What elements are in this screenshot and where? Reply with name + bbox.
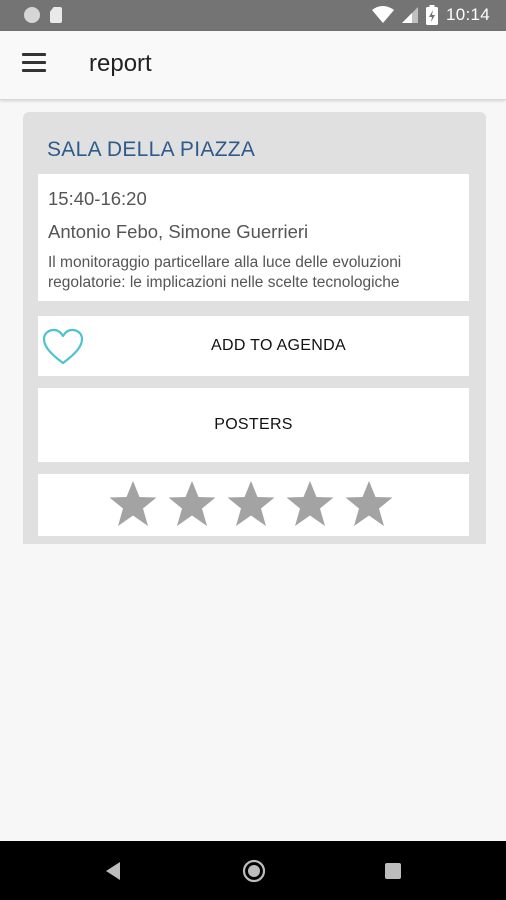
hamburger-menu-icon[interactable] bbox=[20, 53, 50, 77]
posters-label: POSTERS bbox=[214, 416, 293, 433]
session-speakers: Antonio Febo, Simone Guerrieri bbox=[48, 221, 309, 242]
posters-button[interactable]: POSTERS bbox=[38, 388, 469, 462]
session-abstract: Il monitoraggio particellare alla luce d… bbox=[48, 254, 402, 291]
star-icon[interactable] bbox=[168, 480, 216, 528]
app-bar: report bbox=[0, 31, 506, 100]
signal-icon bbox=[401, 7, 418, 23]
page-title: report bbox=[89, 50, 152, 77]
add-to-agenda-button[interactable]: ADD TO AGENDA bbox=[38, 316, 469, 376]
home-icon[interactable] bbox=[242, 859, 266, 883]
star-icon[interactable] bbox=[345, 480, 393, 528]
star-icon[interactable] bbox=[109, 480, 157, 528]
add-to-agenda-label: ADD TO AGENDA bbox=[211, 337, 346, 354]
status-bar: 10:14 bbox=[0, 0, 506, 31]
back-icon[interactable] bbox=[104, 861, 122, 881]
status-left-icons bbox=[24, 7, 62, 23]
wifi-icon bbox=[371, 6, 394, 23]
notification-dot-icon bbox=[24, 7, 40, 23]
sd-card-icon bbox=[50, 7, 62, 23]
navigation-bar bbox=[0, 841, 506, 900]
room-title: SALA DELLA PIAZZA bbox=[47, 138, 256, 161]
star-icon[interactable] bbox=[227, 480, 275, 528]
status-time: 10:14 bbox=[445, 5, 490, 24]
session-card: SALA DELLA PIAZZA 15:40-16:20 Antonio Fe… bbox=[23, 112, 486, 544]
battery-icon bbox=[425, 5, 438, 25]
rating-stars bbox=[109, 480, 393, 528]
session-time: 15:40-16:20 bbox=[48, 188, 147, 209]
status-right-icons: 10:14 bbox=[371, 5, 490, 25]
rating-bar bbox=[38, 474, 469, 536]
recents-icon[interactable] bbox=[385, 863, 401, 879]
session-details: 15:40-16:20 Antonio Febo, Simone Guerrie… bbox=[38, 174, 469, 301]
star-icon[interactable] bbox=[286, 480, 334, 528]
